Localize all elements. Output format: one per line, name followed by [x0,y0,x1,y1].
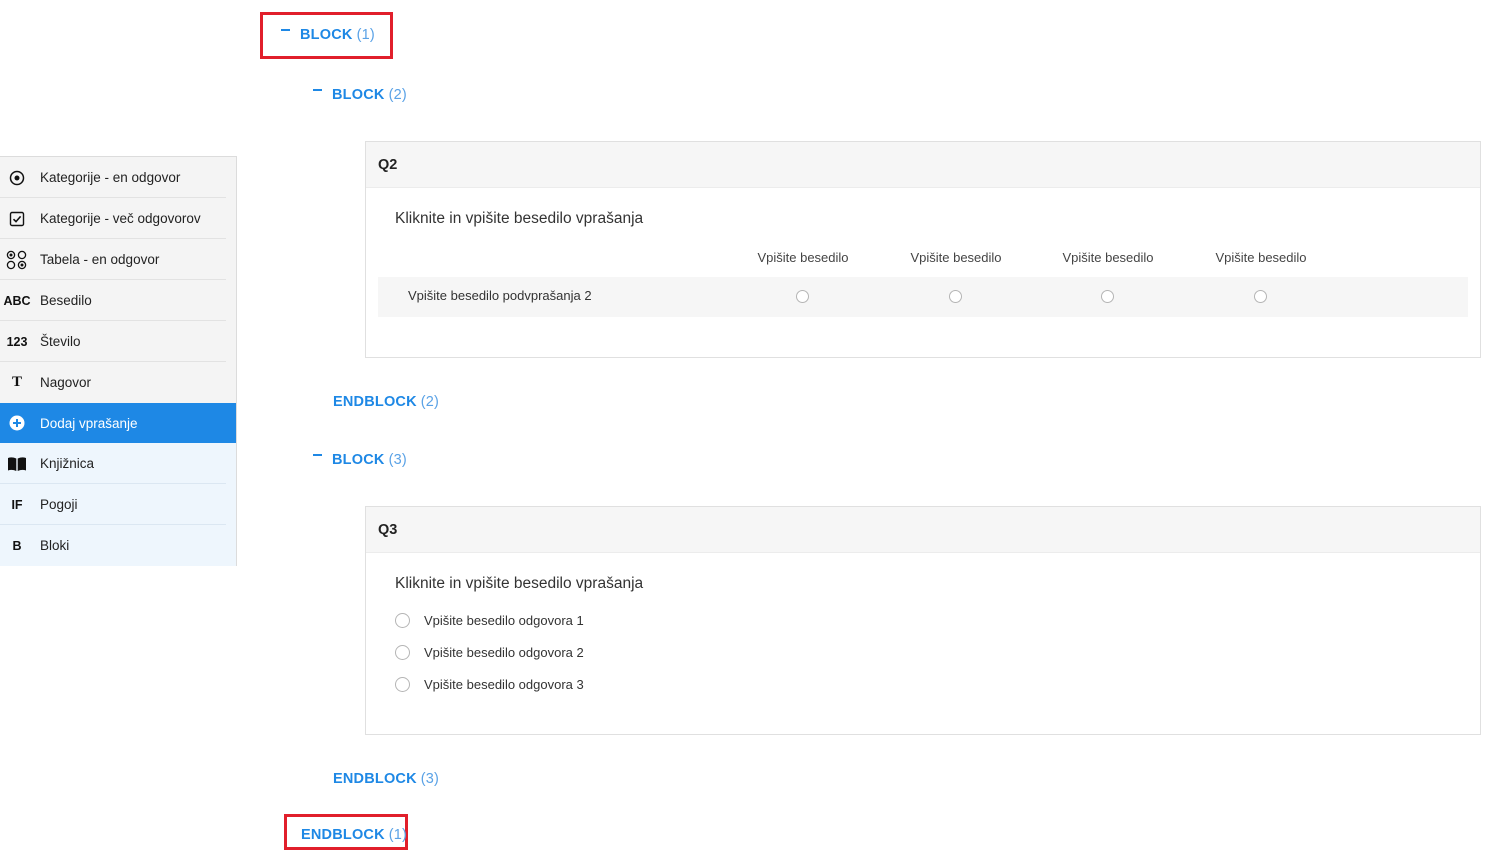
question-card-q3[interactable]: Q3 Kliknite in vpišite besedilo vprašanj… [365,506,1481,735]
table-radio-button[interactable] [1254,290,1267,303]
column-header[interactable]: Vpišite besedilo [1196,250,1326,265]
answer-option[interactable]: Vpišite besedilo odgovora 3 [395,677,584,692]
sidebar-item-label: Dodaj vprašanje [40,415,138,431]
table-radio-button[interactable] [796,290,809,303]
sidebar-item-label: Število [40,334,81,349]
sidebar-item-tabela-en-odgovor[interactable]: Tabela - en odgovor [0,239,236,280]
table-radio-button[interactable] [1101,290,1114,303]
sidebar-item-label: Kategorije - en odgovor [40,170,181,185]
text-t-icon: T [11,374,22,390]
sidebar-item-besedilo[interactable]: ABC Besedilo [0,280,236,321]
question-text[interactable]: Kliknite in vpišite besedilo vprašanja [395,210,643,228]
number-123-icon: 123 [6,334,28,349]
question-id: Q3 [366,507,1480,553]
answer-option[interactable]: Vpišite besedilo odgovora 1 [395,613,584,628]
sidebar-item-kategorije-vec-odgovorov[interactable]: Kategorije - več odgovorov [0,198,236,239]
plus-circle-icon [0,415,34,431]
sidebar-item-nagovor[interactable]: T Nagovor [0,362,236,403]
question-card-q2[interactable]: Q2 Kliknite in vpišite besedilo vprašanj… [365,141,1481,358]
radio-button[interactable] [395,613,410,628]
column-header[interactable]: Vpišite besedilo [738,250,868,265]
collapse-minus-icon[interactable] [281,29,290,32]
question-text[interactable]: Kliknite in vpišite besedilo vprašanja [395,575,643,593]
sidebar-item-label: Besedilo [40,293,92,308]
radio-button[interactable] [395,677,410,692]
sidebar-item-knjiznica[interactable]: Knjižnica [0,443,236,484]
block-2-header[interactable]: BLOCK (2) [313,87,407,103]
column-header[interactable]: Vpišite besedilo [891,250,1021,265]
block-1-header[interactable]: BLOCK (1) [281,27,375,43]
column-header[interactable]: Vpišite besedilo [1043,250,1173,265]
block-3-header[interactable]: BLOCK (3) [313,452,407,468]
sidebar-item-label: Kategorije - več odgovorov [40,211,201,226]
table-grid-icon [0,250,34,270]
sidebar-item-dodaj-vprasanje[interactable]: Dodaj vprašanje [0,403,236,443]
sidebar-item-label: Knjižnica [40,456,95,471]
table-radio-button[interactable] [949,290,962,303]
sidebar-item-label: Pogoji [40,497,78,512]
book-icon [0,456,34,472]
endblock-2-label[interactable]: ENDBLOCK (2) [333,394,439,410]
sidebar-item-label: Bloki [40,538,70,553]
question-type-sidebar: Kategorije - en odgovor Kategorije - več… [0,156,237,566]
question-id: Q2 [366,142,1480,188]
collapse-minus-icon[interactable] [313,454,322,457]
radio-circle-icon [0,170,34,186]
if-condition-icon: IF [11,497,23,512]
abc-text-icon: ABC [3,293,31,308]
sidebar-item-label: Tabela - en odgovor [40,252,160,267]
sidebar-item-stevilo[interactable]: 123 Število [0,321,236,362]
radio-button[interactable] [395,645,410,660]
block-b-icon: B [12,538,22,553]
sidebar-item-kategorije-en-odgovor[interactable]: Kategorije - en odgovor [0,157,236,198]
answer-option[interactable]: Vpišite besedilo odgovora 2 [395,645,584,660]
collapse-minus-icon[interactable] [313,89,322,92]
endblock-1-label[interactable]: ENDBLOCK (1) [301,827,407,843]
endblock-3-label[interactable]: ENDBLOCK (3) [333,771,439,787]
sidebar-item-label: Nagovor [40,375,92,390]
subquestion-label[interactable]: Vpišite besedilo podvprašanja 2 [408,288,592,303]
sidebar-item-bloki[interactable]: B Bloki [0,525,236,566]
checkbox-icon [0,211,34,227]
sidebar-item-pogoji[interactable]: IF Pogoji [0,484,236,525]
